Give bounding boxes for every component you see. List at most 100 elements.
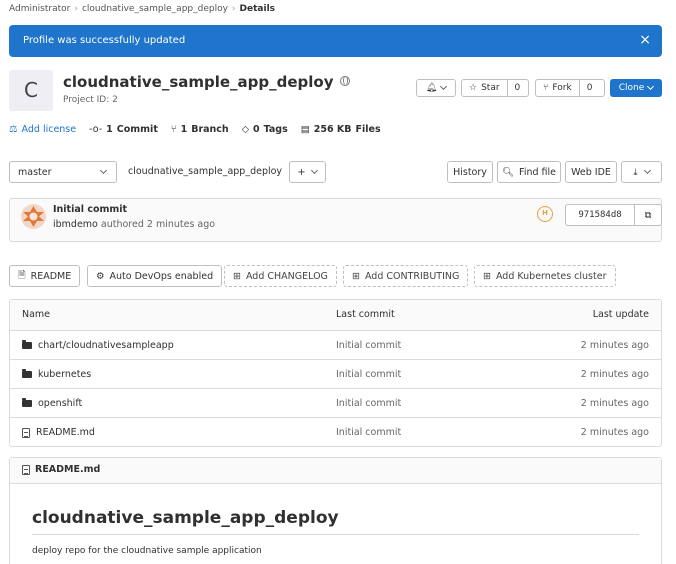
file-last-commit[interactable]: Initial commit: [336, 340, 401, 351]
table-row[interactable]: chart/cloudnativesampleapp Initial commi…: [10, 330, 661, 359]
fork-icon: ⑂: [543, 83, 549, 93]
commits-label: Commit: [116, 124, 158, 135]
breadcrumb-admin[interactable]: Administrator: [9, 4, 70, 14]
file-icon: 🗎︎: [18, 270, 26, 281]
breadcrumb-project[interactable]: cloudnative_sample_app_deploy: [82, 4, 228, 14]
table-header: Name Last commit Last update: [10, 300, 661, 330]
clone-button[interactable]: Clone: [610, 79, 662, 97]
add-contributing-button[interactable]: ⊞ Add CONTRIBUTING: [343, 265, 469, 287]
alert-text: Profile was successfully updated: [23, 35, 186, 46]
readme-body: deploy repo for the cloudnative sample a…: [32, 546, 262, 556]
chevron-down-icon: [643, 166, 651, 175]
storage-icon: ▤: [300, 124, 310, 135]
notification-dropdown[interactable]: 🔔︎: [416, 79, 456, 97]
chevron-down-icon: [99, 166, 108, 175]
plus-square-icon: ⊞: [483, 270, 491, 282]
repo-path-root[interactable]: cloudnative_sample_app_deploy: [128, 166, 282, 177]
commit-time: authored 2 minutes ago: [100, 219, 216, 230]
col-name-header: Name: [22, 309, 51, 320]
breadcrumb-separator: ›: [231, 4, 236, 14]
readme-heading: cloudnative_sample_app_deploy: [32, 508, 339, 528]
globe-icon: [339, 76, 350, 86]
folder-icon: [22, 369, 32, 378]
file-icon: [22, 464, 30, 475]
files-size: 256 KB: [313, 124, 352, 135]
readme-file-header: README.md: [22, 464, 100, 475]
history-button[interactable]: History: [447, 161, 493, 183]
star-button[interactable]: ☆ Star 0: [461, 79, 529, 97]
close-icon[interactable]: ×: [639, 33, 651, 47]
breadcrumb-current[interactable]: Details: [240, 4, 275, 14]
col-last-update-header: Last update: [592, 309, 649, 320]
web-ide-label: Web IDE: [571, 166, 611, 178]
file-tree-table: Name Last commit Last update chart/cloud…: [9, 299, 662, 447]
chevron-down-icon: [440, 82, 448, 91]
pipeline-status-icon[interactable]: H: [537, 206, 553, 222]
project-avatar: C: [9, 70, 53, 111]
project-id: Project ID: 2: [63, 95, 118, 105]
file-last-commit[interactable]: Initial commit: [336, 369, 401, 380]
files-link[interactable]: ▤ 256 KB Files: [301, 124, 381, 135]
file-last-update: 2 minutes ago: [580, 427, 649, 438]
add-changelog-button[interactable]: ⊞ Add CHANGELOG: [224, 265, 337, 287]
star-icon: ☆: [469, 83, 478, 93]
flash-alert: Profile was successfully updated ×: [9, 25, 662, 57]
copy-icon[interactable]: ⧉: [634, 205, 661, 225]
auto-devops-button[interactable]: ⚙ Auto DevOps enabled: [87, 265, 223, 287]
branch-select[interactable]: master: [9, 161, 117, 183]
file-last-commit[interactable]: Initial commit: [336, 398, 401, 409]
bell-icon: 🔔︎: [425, 83, 438, 93]
file-name[interactable]: README.md: [36, 427, 95, 438]
tags-label: Tags: [263, 124, 288, 135]
plus-square-icon: ⊞: [352, 270, 360, 282]
auto-devops-label: Auto DevOps enabled: [109, 270, 214, 282]
clone-label: Clone: [618, 83, 645, 93]
files-label: Files: [355, 124, 381, 135]
add-changelog-label: Add CHANGELOG: [245, 270, 328, 282]
add-kubernetes-button[interactable]: ⊞ Add Kubernetes cluster: [474, 265, 616, 287]
table-row[interactable]: README.md Initial commit 2 minutes ago: [10, 417, 661, 446]
add-license-link[interactable]: ⚖ Add license: [9, 124, 76, 135]
folder-icon: [22, 340, 32, 349]
commit-title[interactable]: Initial commit: [53, 204, 127, 215]
branch-icon: ⑂: [170, 124, 177, 135]
tags-link[interactable]: ◇ 0 Tags: [242, 124, 288, 135]
star-count: 0: [506, 80, 528, 96]
table-row[interactable]: kubernetes Initial commit 2 minutes ago: [10, 359, 661, 388]
search-icon: 🔍︎: [501, 166, 515, 178]
commit-sha[interactable]: 971584d8: [566, 210, 634, 220]
chevron-down-icon: [311, 166, 319, 175]
add-to-tree-dropdown[interactable]: +: [289, 161, 326, 183]
add-contributing-label: Add CONTRIBUTING: [364, 270, 460, 282]
readme-button[interactable]: 🗎︎ README: [9, 265, 81, 287]
branches-label: Branch: [191, 124, 229, 135]
file-last-update: 2 minutes ago: [580, 369, 649, 380]
file-name[interactable]: kubernetes: [38, 369, 91, 380]
commit-author[interactable]: ibmdemo: [53, 219, 98, 230]
fork-count: 0: [578, 80, 600, 96]
add-license-label: Add license: [21, 124, 77, 135]
file-name[interactable]: chart/cloudnativesampleapp: [38, 340, 174, 351]
tag-icon: ◇: [241, 124, 250, 135]
settings-icon: ⚙: [96, 270, 105, 282]
project-name: cloudnative_sample_app_deploy: [63, 73, 334, 91]
add-kubernetes-label: Add Kubernetes cluster: [495, 270, 607, 282]
branches-link[interactable]: ⑂ 1 Branch: [171, 124, 229, 135]
plus-square-icon: ⊞: [233, 270, 241, 282]
commits-link[interactable]: -o- 1 Commit: [89, 124, 158, 135]
page-title: cloudnative_sample_app_deploy: [63, 73, 350, 91]
col-last-commit-header: Last commit: [336, 309, 395, 320]
commit-meta: ibmdemo authored 2 minutes ago: [53, 219, 215, 230]
fork-button[interactable]: ⑂ Fork 0: [535, 79, 605, 97]
web-ide-button[interactable]: Web IDE: [565, 161, 617, 183]
folder-icon: [22, 398, 32, 407]
branches-count: 1: [180, 124, 188, 135]
download-dropdown[interactable]: ⤓: [621, 161, 662, 183]
file-name[interactable]: openshift: [38, 398, 82, 409]
commit-sha-group: 971584d8 ⧉: [565, 204, 662, 226]
file-last-commit[interactable]: Initial commit: [336, 427, 401, 438]
find-file-button[interactable]: 🔍︎ Find file: [497, 161, 561, 183]
readme-file-name[interactable]: README.md: [35, 464, 100, 475]
table-row[interactable]: openshift Initial commit 2 minutes ago: [10, 388, 661, 417]
user-avatar[interactable]: [21, 204, 46, 229]
